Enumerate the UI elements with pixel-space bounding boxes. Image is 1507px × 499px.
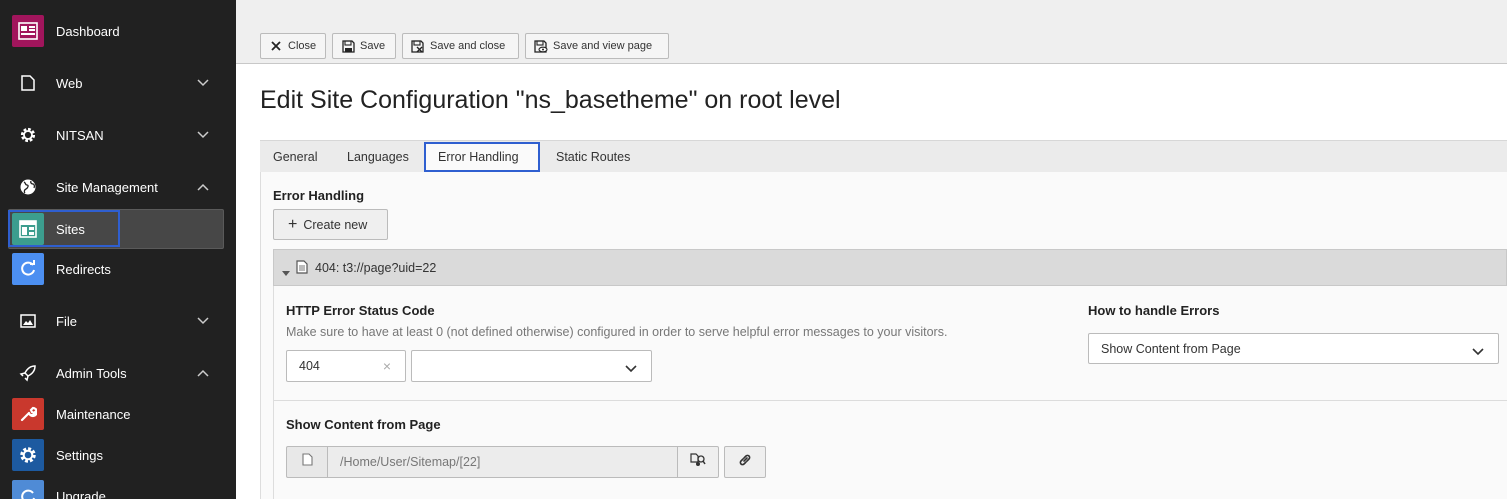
- chevron-down-icon: [625, 362, 637, 376]
- handler-select-value: Show Content from Page: [1101, 341, 1241, 356]
- link-icon: [738, 453, 752, 472]
- tab-static-routes[interactable]: Static Routes: [556, 141, 630, 172]
- sidebar-item-web[interactable]: Web: [0, 63, 236, 103]
- clear-icon[interactable]: ×: [383, 358, 391, 374]
- page-icon: [301, 453, 313, 471]
- rocket-icon: [12, 357, 44, 389]
- sidebar-item-label: Site Management: [56, 179, 158, 195]
- page-record-icon: [296, 260, 308, 279]
- sidebar-item-label: Web: [56, 75, 83, 91]
- sidebar-item-dashboard[interactable]: Dashboard: [0, 11, 236, 51]
- sidebar-item-label: NITSAN: [56, 127, 104, 143]
- save-icon: [341, 39, 355, 53]
- field-separator: [274, 400, 1507, 401]
- content-page-input[interactable]: /Home/User/Sitemap/[22]: [327, 446, 678, 478]
- handler-select[interactable]: Show Content from Page: [1088, 333, 1499, 364]
- page-tree-icon: [690, 452, 706, 472]
- tab-languages[interactable]: Languages: [347, 141, 409, 172]
- content-page-label: Show Content from Page: [286, 417, 441, 432]
- save-button[interactable]: Save: [332, 33, 396, 59]
- record-header[interactable]: 404: t3://page?uid=22: [273, 249, 1507, 286]
- plus-icon: +: [288, 215, 298, 233]
- sidebar-item-nitsan[interactable]: NITSAN: [0, 115, 236, 155]
- sidebar-item-upgrade[interactable]: Upgrade: [0, 476, 236, 499]
- status-code-input[interactable]: 404 ×: [286, 350, 406, 382]
- sidebar-item-label: Sites: [56, 221, 85, 237]
- sidebar-item-label: File: [56, 313, 77, 329]
- save-button-label: Save: [360, 40, 386, 52]
- save-view-icon: [534, 39, 548, 53]
- handler-label: How to handle Errors: [1088, 303, 1220, 318]
- dashboard-icon: [12, 15, 44, 47]
- gear-icon: [12, 119, 44, 151]
- wrench-icon: [12, 398, 44, 430]
- create-new-label: Create new: [303, 217, 368, 232]
- save-and-view-button[interactable]: Save and view page: [525, 33, 669, 59]
- redirects-icon: [12, 253, 44, 285]
- error-handling-heading: Error Handling: [273, 188, 365, 203]
- collapse-caret-icon[interactable]: [282, 264, 290, 282]
- page-browser-button[interactable]: [677, 446, 719, 478]
- sidebar-item-label: Dashboard: [56, 23, 120, 39]
- page-addon: [286, 446, 328, 478]
- chevron-up-icon[interactable]: [196, 366, 210, 380]
- sidebar-item-label: Settings: [56, 447, 103, 463]
- close-button-label: Close: [288, 40, 317, 52]
- sidebar-item-redirects[interactable]: Redirects: [0, 249, 236, 289]
- content-page-value: /Home/User/Sitemap/[22]: [340, 455, 481, 469]
- record-title: 404: t3://page?uid=22: [315, 261, 437, 275]
- chevron-down-icon[interactable]: [196, 128, 210, 142]
- chevron-down-icon: [1472, 345, 1484, 359]
- sidebar-item-sites[interactable]: Sites: [0, 209, 236, 249]
- globe-icon: [12, 171, 44, 203]
- chevron-up-icon[interactable]: [196, 180, 210, 194]
- module-sidebar: Dashboard Web NITSAN Site Management Sit…: [0, 0, 236, 499]
- chevron-down-icon[interactable]: [196, 76, 210, 90]
- page-title: Edit Site Configuration "ns_basetheme" o…: [260, 86, 841, 114]
- status-code-description: Make sure to have at least 0 (not define…: [286, 325, 948, 339]
- sidebar-item-admin-tools[interactable]: Admin Tools: [0, 353, 236, 393]
- close-button[interactable]: Close: [260, 33, 326, 59]
- sidebar-item-label: Admin Tools: [56, 365, 127, 381]
- save-and-view-label: Save and view page: [553, 40, 653, 52]
- sidebar-item-maintenance[interactable]: Maintenance: [0, 394, 236, 434]
- create-new-button[interactable]: + Create new: [273, 209, 388, 240]
- sidebar-item-site-management[interactable]: Site Management: [0, 167, 236, 207]
- status-code-select[interactable]: [411, 350, 652, 382]
- save-and-close-label: Save and close: [430, 40, 506, 52]
- sidebar-item-label: Maintenance: [56, 406, 131, 422]
- page-icon: [12, 67, 44, 99]
- status-code-value: 404: [299, 359, 320, 373]
- save-close-icon: [411, 39, 425, 53]
- sites-icon: [12, 213, 44, 245]
- sidebar-item-file[interactable]: File: [0, 301, 236, 341]
- status-code-label: HTTP Error Status Code: [286, 303, 435, 318]
- save-and-close-button[interactable]: Save and close: [402, 33, 519, 59]
- link-button[interactable]: [724, 446, 766, 478]
- close-icon: [269, 39, 283, 53]
- upgrade-icon: [12, 480, 44, 499]
- sidebar-item-label: Redirects: [56, 261, 111, 277]
- chevron-down-icon[interactable]: [196, 314, 210, 328]
- tab-general[interactable]: General: [273, 141, 317, 172]
- settings-gear-icon: [12, 439, 44, 471]
- tab-error-handling[interactable]: Error Handling: [424, 142, 540, 172]
- tab-bar: General Languages Error Handling Static …: [260, 140, 1507, 172]
- sidebar-item-label: Upgrade: [56, 488, 106, 499]
- sidebar-item-settings[interactable]: Settings: [0, 435, 236, 475]
- image-icon: [12, 305, 44, 337]
